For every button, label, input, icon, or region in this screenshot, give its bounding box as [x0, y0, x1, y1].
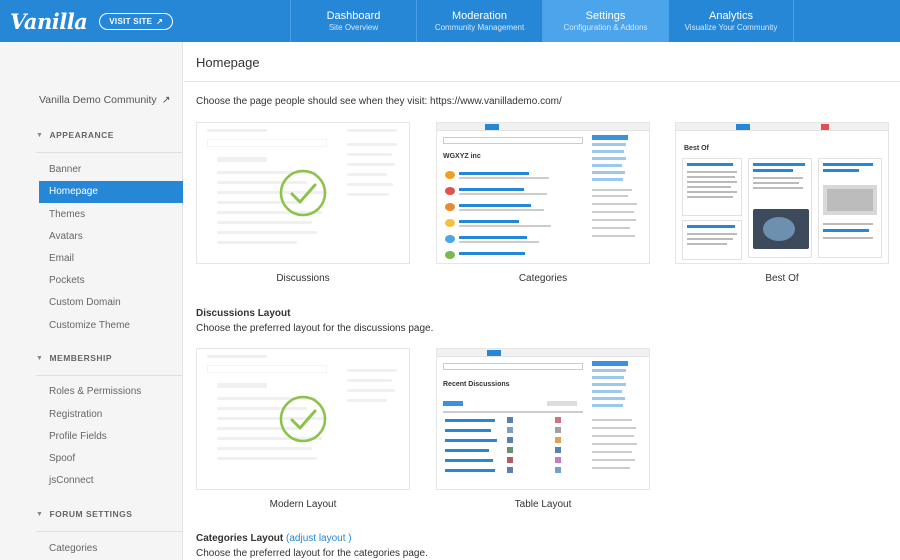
main-nav: Dashboard Site Overview Moderation Commu…	[290, 0, 794, 42]
divider	[184, 81, 900, 82]
sidebar-item-jsconnect[interactable]: jsConnect	[39, 470, 183, 492]
check-circle-icon	[279, 395, 327, 443]
community-link-label: Vanilla Demo Community	[39, 94, 157, 106]
sidebar-item-banner[interactable]: Banner	[39, 159, 183, 181]
categories-layout-title-text: Categories Layout	[196, 533, 284, 544]
nav-title: Settings	[585, 9, 626, 22]
nav-moderation[interactable]: Moderation Community Management	[416, 0, 542, 42]
nav-subtitle: Community Management	[434, 22, 525, 32]
section-title: MEMBERSHIP	[49, 353, 113, 363]
option-label: Modern Layout	[269, 499, 337, 510]
homepage-option-categories[interactable]: WGXYZ inc	[436, 122, 650, 264]
sidebar-item-avatars[interactable]: Avatars	[39, 226, 183, 248]
page-title: Homepage	[196, 55, 260, 70]
external-link-icon: ↗	[156, 16, 164, 26]
categories-layout-description: Choose the preferred layout for the cate…	[196, 548, 428, 559]
top-bar: Vanilla VISIT SITE ↗ Dashboard Site Over…	[0, 0, 900, 42]
nav-title: Dashboard	[326, 9, 381, 22]
homepage-instructions: Choose the page people should see when t…	[196, 96, 562, 107]
caret-down-icon: ▼	[36, 131, 44, 139]
visit-site-button[interactable]: VISIT SITE ↗	[99, 12, 174, 30]
main-content: Homepage Choose the page people should s…	[184, 42, 900, 560]
preview-heading: Best Of	[684, 145, 709, 152]
homepage-option-best-of[interactable]: Best Of	[675, 122, 889, 264]
nav-subtitle: Site Overview	[328, 22, 379, 32]
sidebar-item-profile-fields[interactable]: Profile Fields	[39, 426, 183, 448]
layout-option-modern[interactable]	[196, 348, 410, 490]
vanilla-logo[interactable]: Vanilla	[10, 9, 88, 34]
option-label: Discussions	[276, 273, 330, 284]
categories-layout-title: Categories Layout (adjust layout )	[196, 533, 352, 544]
option-label: Best Of	[765, 273, 799, 284]
nav-dashboard[interactable]: Dashboard Site Overview	[290, 0, 416, 42]
caret-down-icon: ▼	[36, 354, 44, 362]
section-forum-settings[interactable]: ▼ FORUM SETTINGS	[36, 509, 132, 519]
homepage-option-discussions[interactable]	[196, 122, 410, 264]
preview-heading: Recent Discussions	[443, 381, 510, 388]
discussions-layout-description: Choose the preferred layout for the disc…	[196, 323, 434, 334]
nav-subtitle: Visualize Your Community	[684, 22, 778, 32]
sidebar-item-homepage[interactable]: Homepage	[39, 181, 183, 203]
sidebar-item-registration[interactable]: Registration	[39, 404, 183, 426]
nav-title: Moderation	[451, 9, 508, 22]
nav-settings[interactable]: Settings Configuration & Addons	[542, 0, 668, 42]
sidebar-item-pockets[interactable]: Pockets	[39, 270, 183, 292]
brand-area: Vanilla VISIT SITE ↗	[0, 0, 290, 42]
caret-down-icon: ▼	[36, 510, 44, 518]
community-link[interactable]: Vanilla Demo Community ↗	[39, 94, 171, 106]
check-circle-icon	[279, 169, 327, 217]
divider	[36, 531, 183, 532]
nav-analytics[interactable]: Analytics Visualize Your Community	[668, 0, 794, 42]
sidebar-item-themes[interactable]: Themes	[39, 204, 183, 226]
divider	[36, 152, 183, 153]
nav-subtitle: Configuration & Addons	[563, 22, 648, 32]
sidebar-item-custom-domain[interactable]: Custom Domain	[39, 292, 183, 314]
divider	[36, 375, 183, 376]
sidebar-item-customize-theme[interactable]: Customize Theme	[39, 315, 183, 337]
sidebar-item-roles-permissions[interactable]: Roles & Permissions	[39, 381, 183, 403]
discussions-layout-title: Discussions Layout	[196, 308, 291, 319]
selected-indicator	[197, 349, 409, 489]
adjust-layout-link[interactable]: (adjust layout )	[286, 533, 352, 544]
sidebar-item-categories[interactable]: Categories	[39, 538, 183, 560]
section-appearance[interactable]: ▼ APPEARANCE	[36, 130, 114, 140]
section-title: APPEARANCE	[49, 130, 114, 140]
preview-topbar	[437, 123, 649, 131]
external-link-icon: ↗	[161, 94, 171, 106]
sidebar: Vanilla Demo Community ↗ ▼ APPEARANCE Ba…	[0, 42, 183, 560]
nav-title: Analytics	[708, 9, 754, 22]
section-membership[interactable]: ▼ MEMBERSHIP	[36, 353, 112, 363]
preview-heading: WGXYZ inc	[443, 153, 481, 160]
sidebar-item-email[interactable]: Email	[39, 248, 183, 270]
sidebar-item-spoof[interactable]: Spoof	[39, 448, 183, 470]
section-title: FORUM SETTINGS	[49, 509, 133, 519]
layout-option-table[interactable]: Recent Discussions	[436, 348, 650, 490]
visit-site-label: VISIT SITE	[109, 16, 153, 26]
option-label: Table Layout	[514, 499, 572, 510]
selected-indicator	[197, 123, 409, 263]
option-label: Categories	[518, 273, 568, 284]
